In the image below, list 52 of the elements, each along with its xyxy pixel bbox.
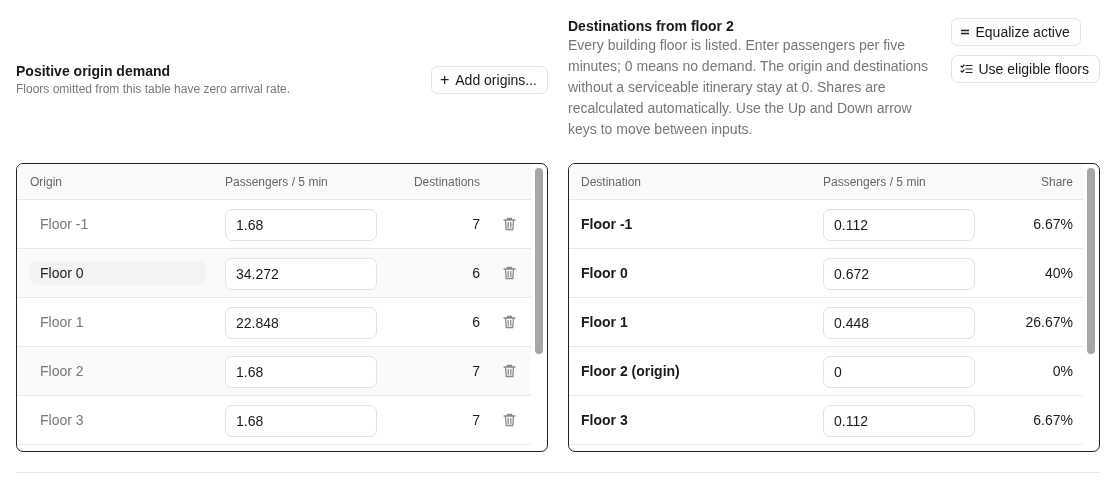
section-title: Positive origin demand (16, 63, 172, 79)
trash-icon[interactable] (503, 364, 516, 378)
share-value: 6.67% (1032, 216, 1074, 232)
trash-icon[interactable] (503, 217, 516, 231)
destinations-count: 6 (471, 265, 480, 281)
destinations-count: 7 (471, 412, 480, 428)
passengers-input[interactable]: 1.68 (225, 356, 377, 388)
passengers-input[interactable]: 0 (823, 356, 975, 388)
destinations-count: 6 (471, 314, 480, 330)
destinations-count: 7 (471, 363, 480, 379)
column-header: Destination (580, 174, 643, 189)
column-header: Passengers / 5 min (823, 174, 927, 189)
trash-icon[interactable] (503, 266, 516, 280)
passengers-input[interactable]: 34.272 (225, 258, 377, 290)
passengers-input[interactable]: 0.112 (823, 405, 975, 437)
destination-floor: Floor -1 (580, 216, 634, 232)
passengers-input[interactable]: 1.68 (225, 209, 377, 241)
share-value: 40% (1043, 265, 1074, 281)
share-value: 26.67% (1024, 314, 1074, 330)
destination-floor: Floor 3 (580, 412, 629, 428)
origin-floor[interactable]: Floor -1 (30, 212, 206, 236)
column-header: Origin (29, 174, 63, 189)
trash-icon[interactable] (503, 413, 516, 427)
scrollbar-thumb[interactable] (535, 168, 543, 354)
destinations-count: 7 (471, 216, 480, 232)
destination-floor: Floor 2 (origin) (580, 363, 681, 379)
destination-floor: Floor 1 (580, 314, 629, 330)
share-value: 6.67% (1032, 412, 1074, 428)
column-header: Destinations (412, 174, 480, 189)
toolbar-button[interactable]: Use eligible floors (950, 55, 1100, 83)
passengers-input[interactable]: 22.848 (225, 307, 377, 339)
column-header: Share (1039, 174, 1074, 189)
trash-icon[interactable] (503, 315, 516, 329)
column-header: Passengers / 5 min (225, 174, 329, 189)
share-value: 0% (1051, 363, 1074, 379)
equals-icon (959, 28, 970, 36)
checklist-icon (959, 64, 973, 74)
add-origins-button[interactable]: + Add origins... (430, 66, 548, 94)
section-description: Every building floor is listed. Enter passengers per five minutes; 0 means no demand. The origin and destinations without a serviceable itinerary stay at 0. Shares are recalculated automatically. Use the Up and Down arrow keys to move between inputs. (568, 36, 930, 139)
passengers-input[interactable]: 0.672 (823, 258, 975, 290)
toolbar-button[interactable]: Equalize active (950, 18, 1081, 46)
destination-floor: Floor 0 (580, 265, 629, 281)
passengers-input[interactable]: 0.112 (823, 209, 975, 241)
origin-floor[interactable]: Floor 1 (30, 310, 206, 334)
section-subtitle: Floors omitted from this table have zero arrival rate. (16, 82, 291, 96)
origin-floor[interactable]: Floor 0 (30, 261, 206, 285)
origin-floor[interactable]: Floor 3 (30, 408, 206, 432)
passengers-input[interactable]: 0.448 (823, 307, 975, 339)
origin-floor[interactable]: Floor 2 (30, 359, 206, 383)
scrollbar-thumb[interactable] (1087, 168, 1095, 354)
passengers-input[interactable]: 1.68 (225, 405, 377, 437)
section-title: Destinations from floor 2 (568, 18, 735, 34)
